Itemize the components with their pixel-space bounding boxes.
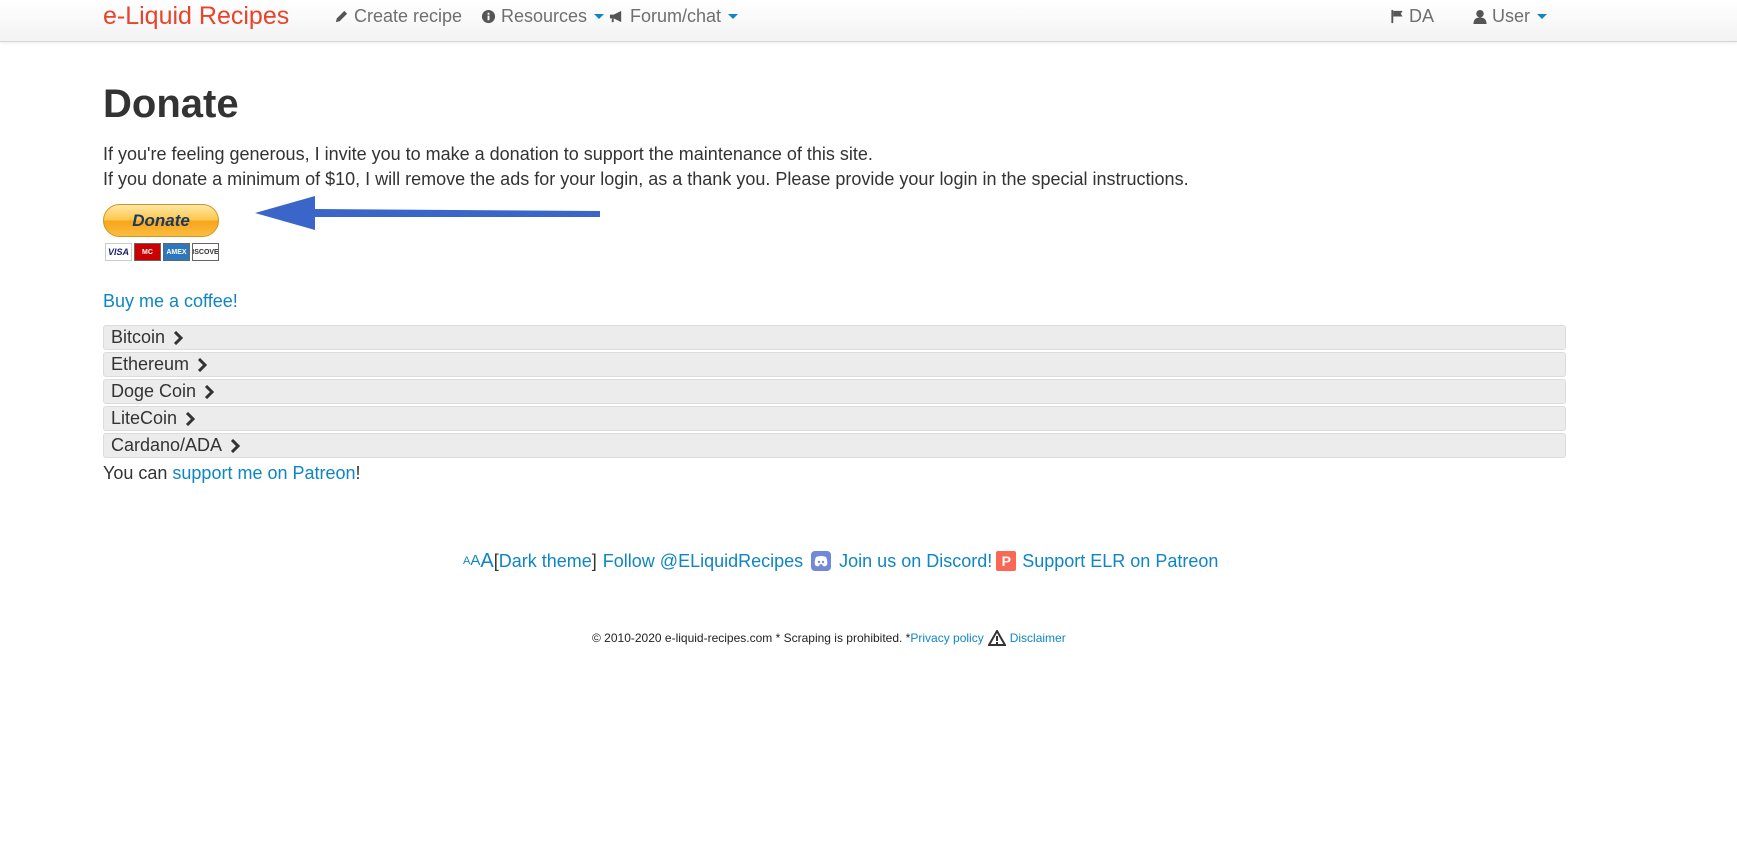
bracket-close: ] — [591, 551, 597, 571]
nav-user-label: User — [1492, 6, 1531, 26]
intro-text-line1: If you're feeling generous, I invite you… — [103, 144, 873, 164]
font-size-small-link[interactable]: A — [463, 549, 470, 573]
chevron-right-icon — [185, 411, 196, 426]
nav-forum-dropdown[interactable]: Forum/chat — [608, 5, 739, 27]
top-navbar: e-Liquid Recipes Create recipe Resources… — [0, 0, 1737, 42]
chevron-right-icon — [173, 330, 184, 345]
discover-card-icon: DISCOVER — [192, 243, 219, 261]
buy-coffee-link[interactable]: Buy me a coffee! — [103, 290, 238, 312]
arrow-left-icon — [255, 196, 600, 230]
brand-logo-link[interactable]: e-Liquid Recipes — [103, 2, 289, 30]
payment-cards: VISA MC AMEX DISCOVER — [105, 243, 219, 261]
visa-card-icon: VISA — [105, 243, 132, 261]
nav-forum-label: Forum/chat — [630, 6, 722, 26]
disclaimer-link[interactable]: Disclaimer — [1010, 630, 1066, 646]
flag-icon — [1390, 9, 1404, 24]
user-icon — [1473, 9, 1487, 24]
follow-twitter-link[interactable]: Follow @ELiquidRecipes — [603, 549, 803, 573]
patreon-prefix: You can — [103, 463, 173, 483]
patreon-support-link[interactable]: support me on Patreon — [172, 463, 355, 483]
accordion-label: Cardano/ADA — [111, 435, 223, 455]
accordion-ethereum[interactable]: Ethereum — [103, 352, 1566, 377]
nav-language-label: DA — [1409, 6, 1435, 26]
intro-text-line2: If you donate a minimum of $10, I will r… — [103, 169, 1189, 189]
nav-resources-label: Resources — [501, 6, 588, 26]
copyright-line: © 2010-2020 e-liquid-recipes.com * Scrap… — [592, 630, 1066, 646]
paypal-donate-button[interactable]: Donate — [103, 204, 219, 237]
mastercard-icon: MC — [134, 243, 161, 261]
nav-user-dropdown[interactable]: User — [1473, 5, 1548, 27]
accordion-litecoin[interactable]: LiteCoin — [103, 406, 1566, 431]
discord-icon — [811, 551, 832, 571]
accordion-cardano[interactable]: Cardano/ADA — [103, 433, 1566, 458]
megaphone-icon — [608, 9, 625, 24]
accordion-bitcoin[interactable]: Bitcoin — [103, 325, 1566, 350]
nav-create-recipe[interactable]: Create recipe — [334, 5, 462, 27]
font-size-medium-link[interactable]: A — [470, 549, 480, 573]
warning-icon — [987, 630, 1006, 646]
info-icon — [481, 9, 496, 24]
chevron-right-icon — [197, 357, 208, 372]
patreon-suffix: ! — [355, 463, 361, 483]
page-title: Donate — [103, 82, 239, 126]
accordion-label: Ethereum — [111, 354, 190, 374]
privacy-policy-link[interactable]: Privacy policy — [910, 630, 983, 646]
discord-link[interactable]: Join us on Discord! — [839, 549, 992, 573]
accordion-label: Bitcoin — [111, 327, 166, 347]
accordion-label: LiteCoin — [111, 408, 178, 428]
nav-create-recipe-label: Create recipe — [354, 6, 463, 26]
nav-resources-dropdown[interactable]: Resources — [481, 5, 605, 27]
chevron-down-icon — [728, 13, 739, 19]
copyright-text: © 2010-2020 e-liquid-recipes.com * Scrap… — [592, 631, 911, 645]
patreon-support-text: You can support me on Patreon! — [103, 462, 361, 484]
pencil-icon — [334, 9, 349, 24]
accordion-label: Doge Coin — [111, 381, 197, 401]
crypto-accordion: Bitcoin Ethereum Doge Coin LiteCoin Card… — [103, 325, 1566, 460]
dark-theme-link[interactable]: Dark theme — [499, 549, 592, 573]
patreon-footer-link[interactable]: Support ELR on Patreon — [1022, 549, 1218, 573]
chevron-right-icon — [204, 384, 215, 399]
chevron-down-icon — [1537, 13, 1548, 19]
chevron-down-icon — [594, 13, 605, 19]
accordion-dogecoin[interactable]: Doge Coin — [103, 379, 1566, 404]
amex-card-icon: AMEX — [163, 243, 190, 261]
patreon-icon: P — [996, 551, 1017, 571]
nav-language[interactable]: DA — [1390, 5, 1434, 27]
footer-links: AAA [Dark theme] Follow @ELiquidRecipes … — [463, 549, 1218, 573]
chevron-right-icon — [230, 438, 241, 453]
font-size-large-link[interactable]: A — [480, 549, 493, 573]
